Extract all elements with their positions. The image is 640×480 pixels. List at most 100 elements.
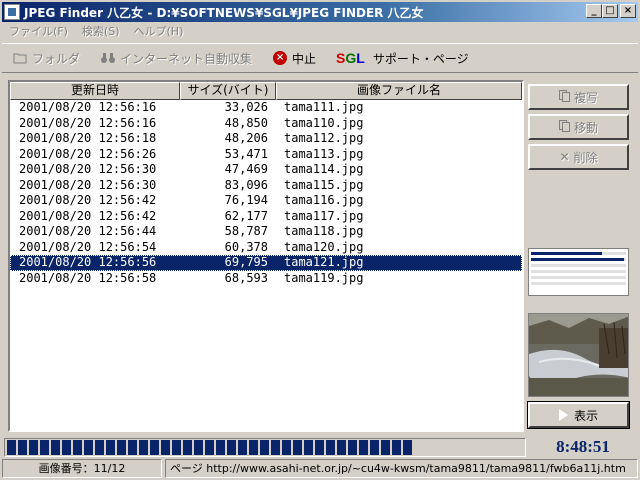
auto-collect-button[interactable]: インターネット自動収集	[90, 46, 262, 70]
cell-name: tama115.jpg	[284, 177, 364, 192]
cell-size: 60,378	[224, 239, 268, 254]
show-button[interactable]: 表示	[527, 401, 630, 429]
level-meter	[531, 264, 626, 267]
move-button[interactable]: 移動	[528, 114, 629, 140]
delete-label: 削除	[573, 150, 598, 165]
progress-block	[18, 440, 27, 455]
copy-label: 複写	[573, 90, 598, 105]
table-row[interactable]: 2001/08/20 12:56:18 48,206 tama112.jpg	[10, 131, 522, 147]
progress-block	[381, 440, 390, 455]
table-row[interactable]: 2001/08/20 12:56:16 33,026 tama111.jpg	[10, 100, 522, 116]
clock: 8:48:51	[556, 437, 610, 456]
table-row[interactable]: 2001/08/20 12:56:58 68,593 tama119.jpg	[10, 271, 522, 287]
cell-size: 83,096	[224, 177, 268, 192]
menu-file[interactable]: ファイル(F)	[2, 23, 75, 39]
progress-block	[150, 440, 159, 455]
cell-size: 47,469	[224, 162, 268, 176]
table-row[interactable]: 2001/08/20 12:56:56 69,795 tama121.jpg	[10, 255, 522, 271]
table-row[interactable]: 2001/08/20 12:56:54 60,378 tama120.jpg	[10, 240, 522, 256]
cell-name: tama118.jpg	[284, 224, 364, 238]
cell-name: tama116.jpg	[284, 193, 364, 207]
table-row[interactable]: 2001/08/20 12:56:30 83,096 tama115.jpg	[10, 178, 522, 194]
river-photo-icon	[529, 314, 628, 396]
play-icon	[556, 407, 569, 423]
cell-name: tama112.jpg	[284, 131, 364, 145]
column-header-size[interactable]: サイズ(バイト)	[180, 82, 276, 100]
progress-block	[51, 440, 60, 455]
progress-block	[40, 440, 49, 455]
menu-help[interactable]: ヘルプ(H)	[127, 23, 191, 39]
progress-block	[29, 440, 38, 455]
auto-collect-label: インターネット自動収集	[120, 51, 253, 66]
progress-fill	[7, 440, 412, 455]
cell-date: 2001/08/20 12:56:16	[19, 100, 157, 114]
cell-name: tama111.jpg	[284, 100, 364, 114]
delete-button[interactable]: ✕ 削除	[528, 144, 629, 170]
title-bar[interactable]: JPEG Finder 八乙女 - D:¥SOFTNEWS¥SGL¥JPEG F…	[2, 2, 638, 22]
progress-block	[282, 440, 291, 455]
list-header: 更新日時 サイズ(バイト) 画像ファイル名	[10, 82, 522, 100]
table-row[interactable]: 2001/08/20 12:56:42 76,194 tama116.jpg	[10, 193, 522, 209]
table-row[interactable]: 2001/08/20 12:56:26 53,471 tama113.jpg	[10, 147, 522, 163]
stop-button[interactable]: × 中止	[262, 46, 326, 70]
maximize-button[interactable]: □	[602, 4, 618, 18]
minimize-button[interactable]: _	[586, 4, 602, 18]
progress-block	[62, 440, 71, 455]
table-row[interactable]: 2001/08/20 12:56:42 62,177 tama117.jpg	[10, 209, 522, 225]
progress-block	[216, 440, 225, 455]
table-row[interactable]: 2001/08/20 12:56:30 47,469 tama114.jpg	[10, 162, 522, 178]
folder-button[interactable]: フォルダ	[2, 46, 90, 70]
window-controls: _ □ ×	[586, 4, 636, 18]
progress-block	[161, 440, 170, 455]
close-button[interactable]: ×	[620, 4, 636, 18]
folder-label: フォルダ	[32, 51, 81, 66]
stop-label: 中止	[292, 51, 317, 66]
progress-block	[172, 440, 181, 455]
level-meter	[531, 276, 626, 279]
progress-block	[392, 440, 401, 455]
level-meter	[531, 270, 626, 273]
column-header-filename[interactable]: 画像ファイル名	[276, 82, 522, 100]
move-label: 移動	[573, 120, 598, 135]
progress-bar	[4, 438, 526, 457]
cell-date: 2001/08/20 12:56:56	[19, 255, 157, 269]
progress-block	[370, 440, 379, 455]
progress-block	[271, 440, 280, 455]
image-thumbnail[interactable]	[528, 313, 629, 397]
binoculars-icon	[100, 50, 116, 66]
menu-search[interactable]: 検索(S)	[75, 23, 127, 39]
menu-bar: ファイル(F) 検索(S) ヘルプ(H)	[2, 22, 638, 40]
support-page-button[interactable]: SGL サポート・ページ	[326, 46, 479, 70]
progress-block	[304, 440, 313, 455]
cell-size: 69,795	[224, 255, 268, 269]
progress-block	[7, 440, 16, 455]
table-row[interactable]: 2001/08/20 12:56:16 48,850 tama110.jpg	[10, 116, 522, 132]
copy-icon	[558, 89, 570, 105]
progress-block	[117, 440, 126, 455]
column-header-date[interactable]: 更新日時	[10, 82, 180, 100]
app-icon[interactable]	[4, 4, 20, 20]
progress-block	[106, 440, 115, 455]
file-list[interactable]: 更新日時 サイズ(バイト) 画像ファイル名 2001/08/20 12:56:1…	[8, 80, 524, 432]
cell-date: 2001/08/20 12:56:30	[19, 162, 157, 176]
sgl-logo-icon: SGL	[336, 50, 365, 66]
table-row[interactable]: 2001/08/20 12:56:44 58,787 tama118.jpg	[10, 224, 522, 240]
progress-block	[194, 440, 203, 455]
cell-size: 62,177	[224, 208, 268, 223]
status-bar: 画像番号：11/12 ページ http://www.asahi-net.or.j…	[2, 459, 638, 478]
progress-block	[73, 440, 82, 455]
progress-block	[403, 440, 412, 455]
cell-name: tama110.jpg	[284, 115, 364, 130]
cell-date: 2001/08/20 12:56:42	[19, 208, 157, 223]
cell-size: 68,593	[224, 270, 268, 285]
cell-date: 2001/08/20 12:56:18	[19, 131, 157, 145]
cell-name: tama121.jpg	[284, 255, 364, 269]
progress-block	[84, 440, 93, 455]
status-page-url: ページ http://www.asahi-net.or.jp/~cu4w-kws…	[165, 459, 638, 478]
progress-block	[260, 440, 269, 455]
delete-icon: ✕	[559, 150, 570, 164]
copy-button[interactable]: 複写	[528, 84, 629, 110]
app-window: JPEG Finder 八乙女 - D:¥SOFTNEWS¥SGL¥JPEG F…	[0, 0, 640, 480]
toolbar: フォルダ インターネット自動収集 × 中止 SGL サポート・ページ	[2, 43, 638, 73]
progress-block	[348, 440, 357, 455]
